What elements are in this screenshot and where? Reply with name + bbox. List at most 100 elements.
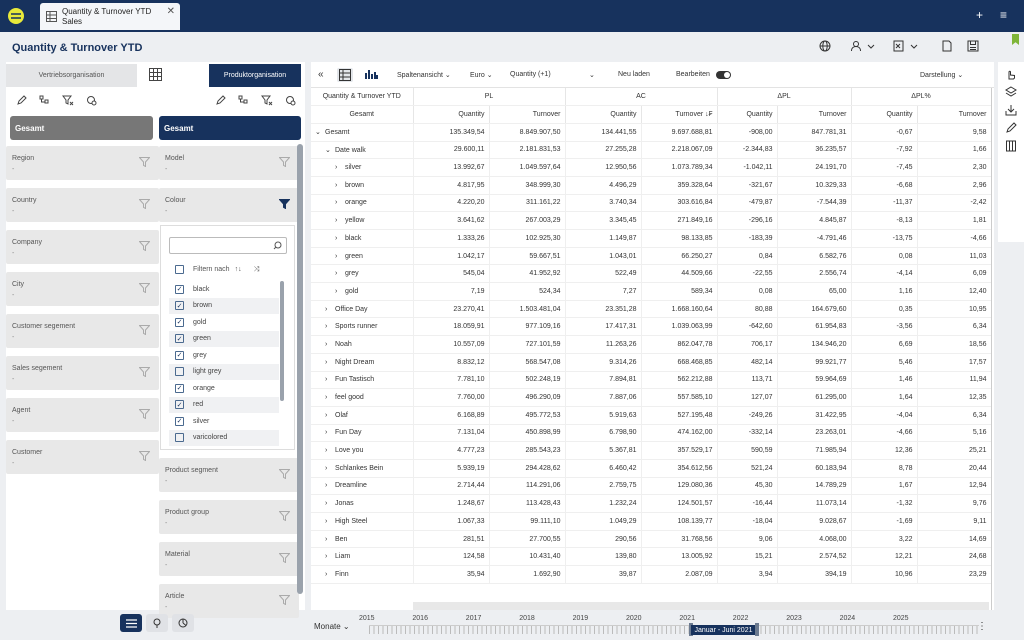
settings-filter-icon[interactable] xyxy=(86,95,97,106)
colour-list-scrollbar[interactable] xyxy=(280,281,284,401)
row-label-cell[interactable]: › Ben xyxy=(311,530,414,549)
expand-row-icon[interactable]: › xyxy=(325,553,335,560)
select-all-checkbox[interactable] xyxy=(175,265,184,274)
filter-icon[interactable] xyxy=(279,469,290,479)
table-row[interactable]: › Office Day 23.270,41 1.503.481,04 23.351,2… xyxy=(311,300,992,319)
filter-clear-icon[interactable] xyxy=(62,95,74,106)
hand-pointer-icon[interactable] xyxy=(998,68,1024,80)
expand-row-icon[interactable]: › xyxy=(325,306,335,313)
row-label-cell[interactable]: › grey xyxy=(311,264,414,284)
colour-option[interactable]: ✓ orange xyxy=(169,380,279,396)
collapse-row-icon[interactable]: ⌄ xyxy=(325,146,335,154)
sort-icon[interactable]: ↑↓ xyxy=(235,266,242,273)
filter-box[interactable]: Material - xyxy=(159,542,299,576)
row-label-cell[interactable]: › Jonas xyxy=(311,494,414,513)
column-header[interactable]: Turnover xyxy=(777,105,852,124)
chevron-down-icon[interactable]: ⌄ xyxy=(589,71,595,79)
timeline-year-label[interactable]: 2018 xyxy=(519,615,535,622)
filter-box[interactable]: Customer segement - xyxy=(6,314,159,348)
row-label-cell[interactable]: › Schlankes Bein xyxy=(311,459,414,478)
filter-box[interactable]: Country - xyxy=(6,188,159,222)
filter-box[interactable]: Article - xyxy=(159,584,299,618)
expand-row-icon[interactable]: › xyxy=(325,447,335,454)
column-header[interactable]: Quantity xyxy=(717,105,778,124)
currency-dropdown[interactable]: Euro ⌄ xyxy=(470,71,493,79)
row-label-cell[interactable]: › feel good xyxy=(311,388,414,407)
pin-mode-button[interactable] xyxy=(146,614,168,632)
document-icon[interactable] xyxy=(941,40,953,52)
table-row[interactable]: › Love you 4.777,23 285.543,23 5.367,81 357.5… xyxy=(311,441,992,460)
globe-icon[interactable] xyxy=(819,40,831,52)
filter-box[interactable]: Company - xyxy=(6,230,159,264)
filter-box[interactable]: Region - xyxy=(6,146,159,180)
row-label-cell[interactable]: › black xyxy=(311,229,414,248)
table-row[interactable]: › Fun Day 7.131,04 450.898,99 6.798,90 474.16… xyxy=(311,424,992,443)
row-label-cell[interactable]: › Sports runner xyxy=(311,317,414,337)
sidebar-scrollbar[interactable] xyxy=(297,144,303,594)
plus-icon[interactable]: + xyxy=(976,8,983,22)
table-row[interactable]: › orange 4.220,20 311.161,22 3.740,34 303.616… xyxy=(311,194,992,213)
expand-row-icon[interactable]: › xyxy=(325,412,335,419)
document-tab[interactable]: Quantity & Turnover YTD Sales ✕ xyxy=(40,3,180,30)
timeline-end-handle[interactable] xyxy=(755,623,759,636)
left-root-node[interactable]: Gesamt xyxy=(10,116,153,140)
row-label-cell[interactable]: › Night Dream xyxy=(311,353,414,372)
row-label-cell[interactable]: › Dreamline xyxy=(311,477,414,496)
pencil-icon[interactable] xyxy=(998,122,1024,134)
table-row[interactable]: › Night Dream 8.832,12 568.547,08 9.314,26 66… xyxy=(311,353,992,372)
row-label-cell[interactable]: › silver xyxy=(311,158,414,177)
more-options-icon[interactable]: ⋮ xyxy=(977,621,987,632)
timeline-year-label[interactable]: 2017 xyxy=(466,615,482,622)
collapse-icon[interactable]: « xyxy=(318,69,324,80)
row-label-cell[interactable]: › Liam xyxy=(311,547,414,567)
unchecked-checkbox[interactable] xyxy=(175,367,184,376)
filter-icon[interactable] xyxy=(139,451,150,461)
expand-row-icon[interactable]: › xyxy=(335,199,345,206)
timeline-year-label[interactable]: 2020 xyxy=(626,615,642,622)
expand-row-icon[interactable]: › xyxy=(335,253,345,260)
colour-option[interactable]: ✓ gold xyxy=(169,314,279,330)
timeline-year-label[interactable]: 2024 xyxy=(840,615,856,622)
timeline-selection[interactable]: Januar - Juni 2021 xyxy=(691,625,756,635)
expand-row-icon[interactable]: › xyxy=(335,270,345,277)
table-row[interactable]: › yellow 3.641,62 267.003,29 3.345,45 271.849… xyxy=(311,211,992,230)
filter-icon[interactable] xyxy=(279,511,290,521)
table-row[interactable]: › Liam 124,58 10.431,40 139,80 13.005,92 15,21… xyxy=(311,547,992,567)
filter-icon[interactable] xyxy=(279,199,290,209)
timeline-year-label[interactable]: 2023 xyxy=(786,615,802,622)
colour-option[interactable]: ✓ red xyxy=(169,396,279,413)
checked-checkbox[interactable]: ✓ xyxy=(175,416,184,426)
colour-option[interactable]: ✓ silver xyxy=(169,413,279,429)
hierarchy-icon[interactable] xyxy=(39,95,50,106)
table-row[interactable]: › Jonas 1.248,67 113.428,43 1.232,24 124.501,… xyxy=(311,494,992,513)
expand-row-icon[interactable]: › xyxy=(335,164,345,171)
row-label-cell[interactable]: › Office Day xyxy=(311,300,414,319)
filter-icon[interactable] xyxy=(139,325,150,335)
timeline-year-label[interactable]: 2025 xyxy=(893,615,909,622)
table-row[interactable]: › grey 545,04 41.952,92 522,49 44.509,66 -22,5… xyxy=(311,264,992,284)
time-unit-dropdown[interactable]: Monate ⌄ xyxy=(314,622,350,631)
colour-option[interactable]: light grey xyxy=(169,363,279,380)
table-row[interactable]: › Noah 10.557,09 727.101,59 11.263,26 862.047… xyxy=(311,335,992,354)
colour-option[interactable]: varicolored xyxy=(169,429,279,446)
row-label-cell[interactable]: › yellow xyxy=(311,211,414,230)
row-label-cell[interactable]: › Love you xyxy=(311,441,414,460)
row-label-cell[interactable]: › Fun Tastisch xyxy=(311,371,414,390)
expand-row-icon[interactable]: › xyxy=(325,376,335,383)
list-mode-button[interactable] xyxy=(120,614,142,632)
table-row[interactable]: › Ben 281,51 27.700,55 290,56 31.768,56 9,06 4.… xyxy=(311,530,992,549)
shuffle-icon[interactable]: ⤨ xyxy=(254,266,260,274)
row-label-cell[interactable]: › orange xyxy=(311,194,414,213)
colour-search-input[interactable] xyxy=(169,237,287,254)
checked-checkbox[interactable]: ✓ xyxy=(175,284,184,294)
table-row[interactable]: › silver 13.992,67 1.049.597,64 12.950,56 1.0… xyxy=(311,158,992,177)
pie-mode-button[interactable] xyxy=(172,614,194,632)
table-row[interactable]: › Schlankes Bein 5.939,19 294.428,62 6.460,4… xyxy=(311,459,992,478)
expand-row-icon[interactable]: › xyxy=(335,217,345,224)
expand-row-icon[interactable]: › xyxy=(325,536,335,543)
filter-icon[interactable] xyxy=(279,553,290,563)
view-mode-dropdown[interactable]: Spaltenansicht ⌄ xyxy=(397,71,451,79)
hierarchy-icon[interactable] xyxy=(238,95,249,106)
colour-option[interactable]: ✓ black xyxy=(169,281,279,297)
excel-export-icon[interactable] xyxy=(893,40,921,52)
